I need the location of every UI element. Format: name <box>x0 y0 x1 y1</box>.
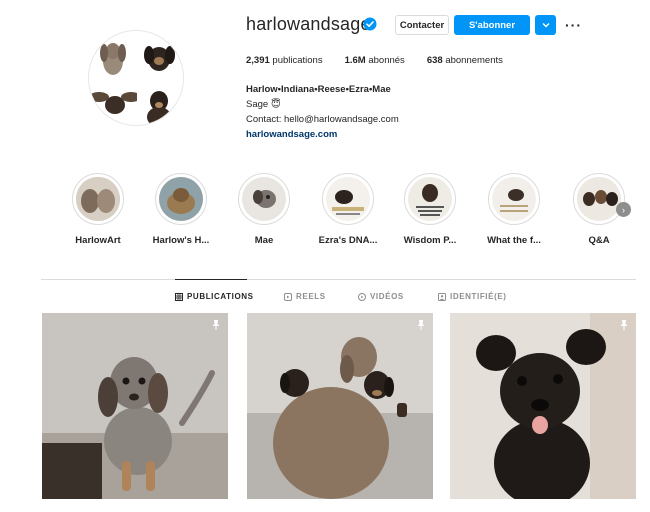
highlight-harlowart[interactable]: HarlowArt <box>68 173 128 246</box>
tagged-icon <box>438 292 446 301</box>
highlight-cover <box>238 173 290 225</box>
highlight-ezras-dna[interactable]: Ezra's DNA... <box>318 173 378 246</box>
followers-stat[interactable]: 1.6M abonnés <box>345 55 405 66</box>
tab-tagged[interactable]: IDENTIFIÉ(E) <box>438 292 507 301</box>
post-tile[interactable] <box>450 313 636 499</box>
tab-publications[interactable]: PUBLICATIONS <box>175 292 254 301</box>
tab-label: VIDÉOS <box>370 292 404 301</box>
highlight-mae[interactable]: Mae <box>234 173 294 246</box>
following-count: 638 <box>426 55 443 66</box>
post-tile[interactable] <box>42 313 228 499</box>
highlight-label: Q&A <box>588 235 610 246</box>
suggested-accounts-button[interactable] <box>535 15 556 35</box>
highlight-label: HarlowArt <box>75 235 121 246</box>
highlight-label: Ezra's DNA... <box>318 235 378 246</box>
avatar-dog-3 <box>89 79 141 125</box>
tab-videos[interactable]: VIDÉOS <box>358 292 404 301</box>
avatar-dog-4 <box>137 79 183 125</box>
posts-label: publications <box>272 55 323 66</box>
chevron-down-icon <box>542 23 549 28</box>
bio-name: Harlow•Indiana•Reese•Ezra•Mae <box>246 84 391 95</box>
highlight-wisdom[interactable]: Wisdom P... <box>400 173 460 246</box>
highlights-next-button[interactable]: › <box>616 202 631 217</box>
tab-label: REELS <box>296 292 326 301</box>
tab-label: PUBLICATIONS <box>187 292 254 301</box>
post-tile[interactable] <box>247 313 433 499</box>
highlight-harlows[interactable]: Harlow's H... <box>151 173 211 246</box>
post-image <box>42 313 228 499</box>
profile-bio: Harlow•Indiana•Reese•Ezra•Mae Sage 😇 Con… <box>246 82 399 142</box>
bio-line: Sage 😇 <box>246 99 281 110</box>
following-label: abonnements <box>445 55 503 66</box>
followers-count: 1.6M <box>344 55 366 66</box>
highlight-what-the[interactable]: What the f... <box>484 173 544 246</box>
bio-contact: Contact: hello@harlowandsage.com <box>246 114 399 125</box>
pin-icon <box>417 320 425 330</box>
highlight-cover <box>155 173 207 225</box>
posts-stat: 2,391 publications <box>246 55 323 66</box>
profile-avatar[interactable] <box>88 30 184 126</box>
options-button[interactable]: ··· <box>565 17 582 33</box>
tab-label: IDENTIFIÉ(E) <box>450 292 507 301</box>
avatar-dog-2 <box>137 31 183 79</box>
highlight-label: Mae <box>254 235 274 246</box>
highlight-cover <box>573 173 625 225</box>
pin-icon <box>620 320 628 330</box>
highlight-label: What the f... <box>487 235 541 246</box>
highlight-cover <box>72 173 124 225</box>
profile-stats: 2,391 publications 1.6M abonnés 638 abon… <box>246 55 525 66</box>
video-icon <box>358 292 366 301</box>
bio-website-link[interactable]: harlowandsage.com <box>246 127 399 142</box>
highlight-label: Wisdom P... <box>403 235 457 246</box>
avatar-dog-1 <box>89 31 137 79</box>
highlight-cover <box>488 173 540 225</box>
highlight-cover <box>404 173 456 225</box>
grid-icon <box>175 292 183 301</box>
posts-count: 2,391 <box>246 55 270 66</box>
pin-icon <box>212 320 220 330</box>
tabs-divider <box>41 279 636 280</box>
highlight-cover <box>322 173 374 225</box>
highlight-label: Harlow's H... <box>152 235 210 246</box>
post-image <box>247 313 433 499</box>
chevron-right-icon: › <box>622 204 625 215</box>
follow-button[interactable]: S'abonner <box>454 15 530 35</box>
post-image <box>450 313 636 499</box>
profile-username: harlowandsage <box>246 14 371 34</box>
verified-badge-icon <box>363 17 377 31</box>
tab-reels[interactable]: REELS <box>284 292 326 301</box>
active-tab-indicator <box>175 279 247 280</box>
following-stat[interactable]: 638 abonnements <box>427 55 503 66</box>
followers-label: abonnés <box>368 55 405 66</box>
contact-button[interactable]: Contacter <box>395 15 449 35</box>
reels-icon <box>284 292 292 301</box>
